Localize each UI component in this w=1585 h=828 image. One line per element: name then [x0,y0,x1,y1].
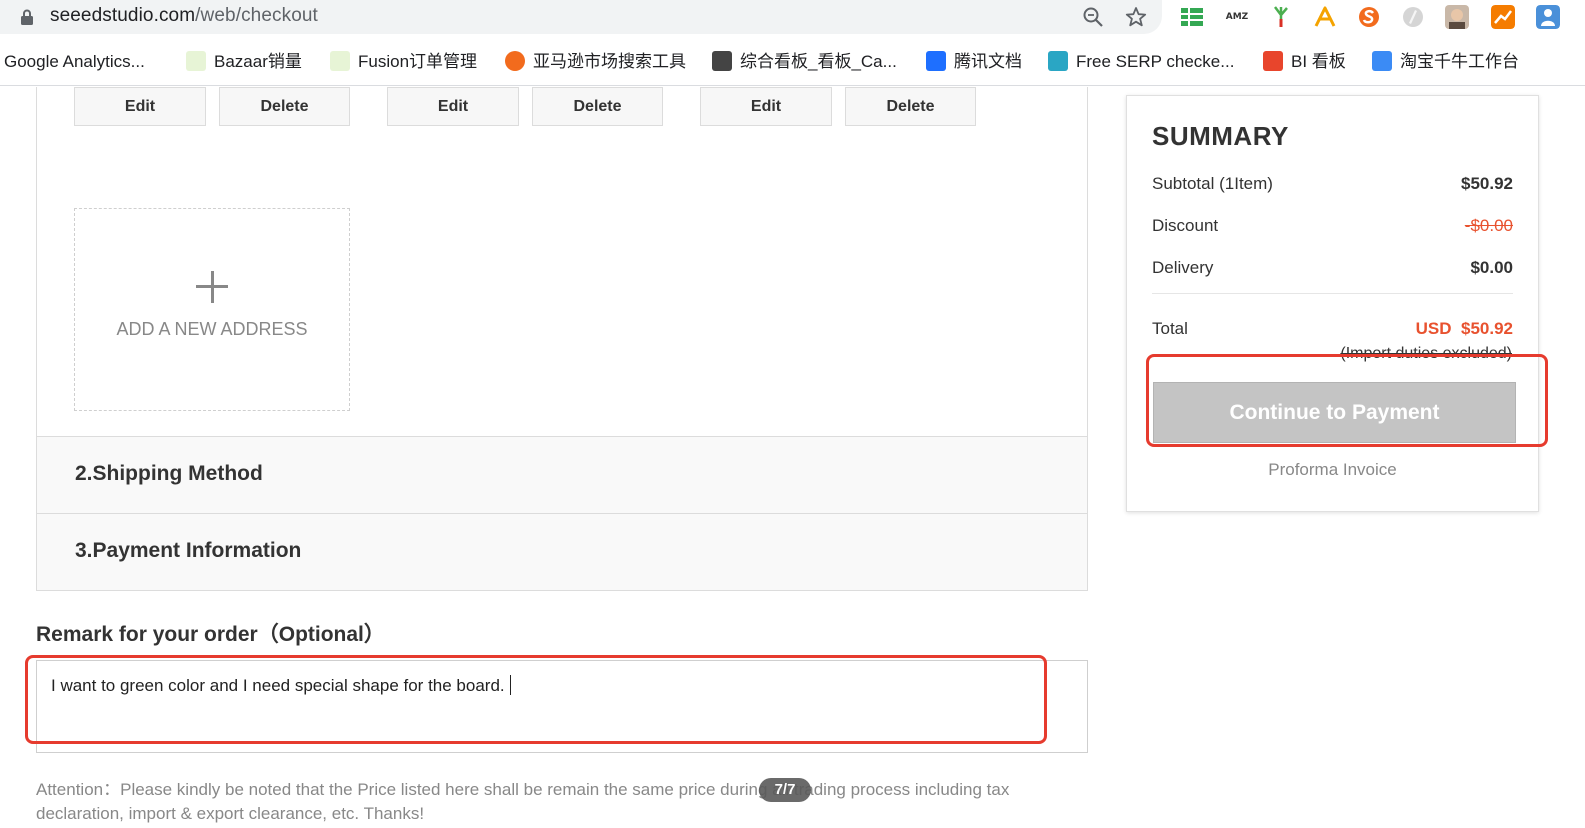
url-path: /web/checkout [195,5,318,26]
delivery-label: Delivery [1152,258,1214,277]
add-address-label: ADD A NEW ADDRESS [116,319,308,339]
delete-address-button[interactable]: Delete [845,87,976,126]
bookmark-taobao[interactable]: 淘宝千牛工作台 [1372,50,1519,74]
total-label: Total [1152,319,1188,338]
remark-textarea[interactable]: I want to green color and I need special… [36,660,1088,753]
checkout-form: Edit Delete Edit Delete Edit Delete ADD … [36,87,1088,591]
s-logo-icon [505,50,525,71]
bookmarks-bar: Google Analytics... Bazaar销量 Fusion订单管理 … [0,40,1585,86]
remark-title: Remark for your order（Optional） [36,623,385,646]
discount-label: Discount [1152,216,1219,235]
section-title: 2.Shipping Method [75,462,263,485]
bookmark-amazon-search[interactable]: 亚马逊市场搜索工具 [505,50,686,74]
section-title: 3.Payment Information [75,539,302,562]
discount-value: -$0.00 [1464,216,1513,235]
delivery-value: $0.00 [1470,258,1513,277]
summary-title: SUMMARY [1152,121,1289,151]
bookmark-label: Google Analytics... [4,52,145,71]
bookmark-label: Bazaar销量 [214,52,302,71]
lock-icon [21,9,33,25]
add-new-address-card[interactable]: ADD A NEW ADDRESS [74,208,350,411]
bookmark-label: BI 看板 [1291,52,1346,71]
tencent-docs-icon [926,50,946,71]
duties-note: (Import duties excluded) [1340,345,1512,362]
edit-address-button[interactable]: Edit [74,87,206,126]
bookmark-fusion[interactable]: Fusion订单管理 [330,50,477,74]
sprout-icon [186,50,206,71]
address-bar[interactable]: seeedstudio.com/web/checkout [0,0,1162,34]
text-caret [509,675,511,695]
delete-address-button[interactable]: Delete [219,87,350,126]
serp-icon [1048,50,1068,71]
bookmark-label: 淘宝千牛工作台 [1400,52,1519,71]
bookmark-tencent-docs[interactable]: 腾讯文档 [926,50,1022,74]
bookmark-label: Free SERP checke... [1076,52,1235,71]
shipping-method-section[interactable]: 2.Shipping Method [37,436,1087,513]
office-icon [1263,50,1283,71]
qianniu-icon [1372,50,1392,71]
proforma-invoice-link[interactable]: Proforma Invoice [1127,460,1538,480]
subtotal-value: $50.92 [1461,174,1513,193]
browser-toolbar: seeedstudio.com/web/checkout AMZ [0,0,1585,36]
subtotal-label: Subtotal (1Item) [1152,174,1273,193]
sheets-extension-icon[interactable] [1180,5,1204,29]
summary-divider [1152,293,1513,294]
edit-address-button[interactable]: Edit [700,87,832,126]
bookmark-label: 亚马逊市场搜索工具 [533,52,686,71]
bookmark-label: 腾讯文档 [954,52,1022,71]
analytics-extension-icon[interactable] [1491,5,1515,29]
remark-value: I want to green color and I need special… [51,675,511,696]
total-value: USD $50.92 [1415,319,1513,338]
graduation-cap-icon [712,50,732,71]
attention-note: Attention：Please kindly be noted that th… [36,780,1010,823]
bookmark-google-analytics[interactable]: Google Analytics... [4,50,145,74]
gray-extension-icon[interactable] [1401,5,1425,29]
delete-address-button[interactable]: Delete [532,87,663,126]
bookmark-bi-board[interactable]: BI 看板 [1263,50,1346,74]
s-extension-icon[interactable] [1357,5,1381,29]
plus-icon [196,271,228,303]
payment-information-section[interactable]: 3.Payment Information [37,513,1087,590]
bookmark-bazaar[interactable]: Bazaar销量 [186,50,302,74]
continue-to-payment-button[interactable]: Continue to Payment [1153,382,1516,443]
bookmark-label: Fusion订单管理 [358,52,478,71]
amz-extension-icon[interactable]: AMZ [1225,5,1249,29]
leek-extension-icon[interactable] [1269,5,1293,29]
page-indicator: 7/7 [759,778,811,802]
bookmark-star-icon[interactable] [1125,6,1147,28]
bookmark-dashboard[interactable]: 综合看板_看板_Ca... [712,50,897,74]
url-text[interactable]: seeedstudio.com/web/checkout [50,5,318,27]
avatar-extension-icon[interactable] [1445,5,1469,29]
sprout-icon [330,50,350,71]
edit-address-button[interactable]: Edit [387,87,519,126]
person-extension-icon[interactable] [1536,5,1560,29]
a-extension-icon[interactable] [1313,5,1337,29]
order-summary: SUMMARY Subtotal (1Item) $50.92 Discount… [1126,95,1539,512]
bookmark-label: 综合看板_看板_Ca... [740,52,897,71]
bookmark-serp-checker[interactable]: Free SERP checke... [1048,50,1234,74]
zoom-icon[interactable] [1082,6,1104,28]
url-host: seeedstudio.com [50,5,196,26]
